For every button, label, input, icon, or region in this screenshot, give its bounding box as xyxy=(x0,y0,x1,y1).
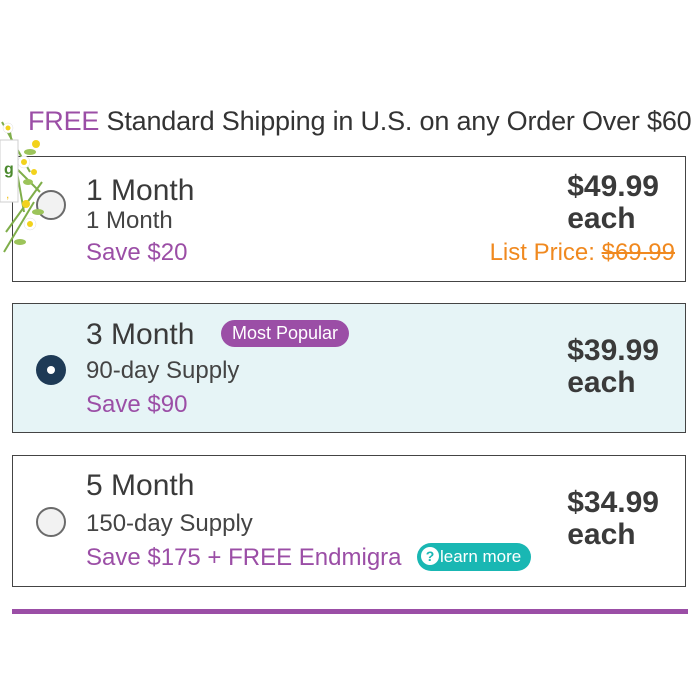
option-subtitle: 150-day Supply xyxy=(86,510,253,537)
radio-icon[interactable] xyxy=(36,507,66,537)
option-price: $34.99 each xyxy=(567,487,659,551)
option-1-month[interactable]: 1 Month 1 Month Save $20 $49.99 each Lis… xyxy=(12,156,686,282)
shipping-text: Standard Shipping in U.S. on any Order O… xyxy=(99,106,692,136)
learn-more-button[interactable]: ? learn more xyxy=(417,543,532,571)
option-price: $39.99 each xyxy=(567,335,659,399)
price-value: $34.99 xyxy=(567,486,659,519)
list-price: List Price: $69.99 xyxy=(490,239,675,267)
option-subtitle: 1 Month xyxy=(86,207,173,234)
flower-decoration-icon: g , xyxy=(0,121,44,253)
option-save: Save $20 xyxy=(86,239,188,266)
option-subtitle: 90-day Supply xyxy=(86,357,240,384)
option-save: Save $90 xyxy=(86,391,188,418)
option-title: 3 Month xyxy=(86,318,195,351)
learn-more-label: learn more xyxy=(440,547,522,566)
price-value: $39.99 xyxy=(567,334,659,367)
svg-text:,: , xyxy=(6,187,9,201)
shipping-banner: FREE Standard Shipping in U.S. on any Or… xyxy=(28,106,692,137)
price-unit: each xyxy=(567,366,636,399)
price-value: $49.99 xyxy=(567,170,659,203)
list-price-label: List Price: xyxy=(489,239,602,266)
list-price-value: $69.99 xyxy=(601,239,675,266)
divider xyxy=(12,609,688,614)
option-price: $49.99 each xyxy=(567,171,659,235)
most-popular-badge: Most Popular xyxy=(221,320,350,347)
option-title: 5 Month xyxy=(86,469,195,502)
svg-text:g: g xyxy=(4,161,14,178)
price-unit: each xyxy=(567,202,636,235)
question-circle-icon: ? xyxy=(421,547,439,566)
option-5-month[interactable]: 5 Month 150-day Supply Save $175 + FREE … xyxy=(12,455,686,587)
option-title: 1 Month xyxy=(86,174,195,207)
radio-icon[interactable] xyxy=(36,355,66,385)
option-save: Save $175 + FREE Endmigra xyxy=(86,544,402,571)
option-3-month[interactable]: 3 Month Most Popular 90-day Supply Save … xyxy=(12,303,686,433)
price-unit: each xyxy=(567,518,636,551)
